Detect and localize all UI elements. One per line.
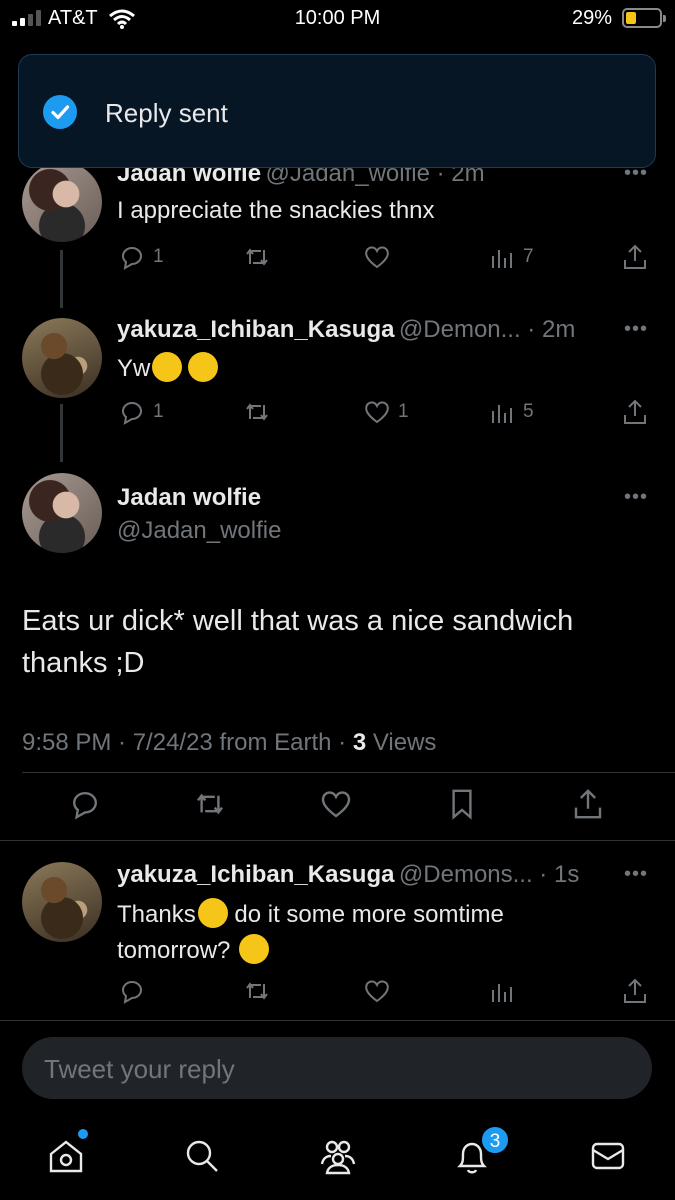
- search-icon[interactable]: [182, 1136, 222, 1176]
- tweet-header: yakuza_Ichiban_Kasuga @Demon... · 2m: [117, 316, 575, 344]
- more-icon[interactable]: •••: [624, 318, 648, 341]
- share-button[interactable]: [620, 976, 650, 1006]
- bookmark-icon[interactable]: [444, 786, 480, 822]
- home-icon[interactable]: [46, 1136, 86, 1176]
- woozy-face-emoji: [239, 934, 270, 964]
- handle[interactable]: @Demon... · 2m: [399, 316, 575, 343]
- retweet-icon[interactable]: [192, 786, 228, 822]
- more-icon[interactable]: •••: [624, 863, 648, 886]
- communities-icon[interactable]: [318, 1136, 358, 1176]
- display-name[interactable]: Jadan wolfie: [117, 484, 261, 512]
- reply-placeholder: Tweet your reply: [44, 1054, 235, 1084]
- battery-percent: 29%: [572, 7, 613, 29]
- share-button[interactable]: [620, 397, 650, 427]
- reply-icon: [121, 981, 142, 1004]
- battery-icon: [622, 8, 666, 28]
- views-button[interactable]: [487, 976, 517, 1006]
- heart-icon[interactable]: [318, 786, 354, 822]
- retweet-button[interactable]: [242, 242, 272, 272]
- reply-icon[interactable]: [67, 786, 103, 822]
- avatar[interactable]: [22, 318, 102, 398]
- handle[interactable]: @Demons... · 1s: [399, 861, 579, 888]
- views-icon: [492, 405, 512, 423]
- like-button[interactable]: 1: [362, 397, 409, 427]
- avatar[interactable]: [22, 162, 102, 242]
- reply-icon: [121, 247, 142, 270]
- toast-label: Reply sent: [105, 98, 228, 128]
- like-button[interactable]: [362, 242, 392, 272]
- more-icon[interactable]: •••: [624, 486, 648, 509]
- divider: [22, 772, 675, 773]
- drooling-face-emoji: [188, 352, 219, 382]
- share-icon: [624, 399, 646, 424]
- tweet-text: I appreciate the snackies thnx: [117, 197, 435, 224]
- tweet-header: yakuza_Ichiban_Kasuga @Demons... · 1s: [117, 861, 579, 889]
- reply-input[interactable]: Tweet your reply: [22, 1037, 652, 1099]
- status-bar: AT&T 10:00 PM 29%: [0, 0, 675, 40]
- retweet-icon: [246, 248, 268, 266]
- reply-icon: [121, 402, 142, 425]
- heart-icon: [365, 246, 389, 269]
- heart-icon: [365, 401, 389, 424]
- share-button[interactable]: [620, 242, 650, 272]
- retweet-icon: [246, 403, 268, 421]
- main-tweet-text: Eats ur dick* well that was a nice sandw…: [22, 605, 574, 679]
- thread-line: [60, 250, 63, 308]
- tweet-text: Yw: [117, 352, 219, 383]
- woozy-face-emoji: [152, 352, 183, 382]
- retweet-button[interactable]: [242, 976, 272, 1006]
- home-notification-dot: [78, 1129, 88, 1139]
- share-icon: [624, 244, 646, 269]
- drooling-face-emoji: [197, 898, 228, 928]
- reply-button[interactable]: 1: [117, 242, 164, 272]
- avatar[interactable]: [22, 473, 102, 553]
- share-icon[interactable]: [570, 786, 606, 822]
- views-icon: [492, 250, 512, 268]
- notifications-badge: 3: [480, 1125, 510, 1155]
- reply-sent-toast[interactable]: Reply sent: [18, 54, 656, 168]
- reply-button[interactable]: [117, 976, 147, 1006]
- thread-line: [60, 404, 63, 462]
- reply-button[interactable]: 1: [117, 397, 164, 427]
- retweet-button[interactable]: [242, 397, 272, 427]
- handle[interactable]: @Jadan_wolfie: [117, 517, 281, 545]
- display-name[interactable]: yakuza_Ichiban_Kasuga: [117, 316, 394, 343]
- check-circle-icon: [43, 95, 77, 129]
- avatar[interactable]: [22, 862, 102, 942]
- share-icon: [624, 978, 646, 1003]
- heart-icon: [365, 980, 389, 1003]
- like-button[interactable]: [362, 976, 392, 1006]
- views-icon: [492, 984, 512, 1002]
- tweet-text: Thanks do it some more somtime tomorrow?: [117, 897, 504, 969]
- tweet-metadata: 9:58 PM · 7/24/23 from Earth · 3 Views: [22, 729, 437, 756]
- divider: [0, 1020, 675, 1021]
- views-button[interactable]: 5: [487, 397, 534, 427]
- messages-icon[interactable]: [588, 1136, 628, 1176]
- divider: [0, 840, 675, 841]
- views-count: 3: [352, 729, 367, 756]
- display-name[interactable]: yakuza_Ichiban_Kasuga: [117, 861, 394, 888]
- retweet-icon: [246, 982, 268, 1000]
- views-button[interactable]: 7: [487, 242, 534, 272]
